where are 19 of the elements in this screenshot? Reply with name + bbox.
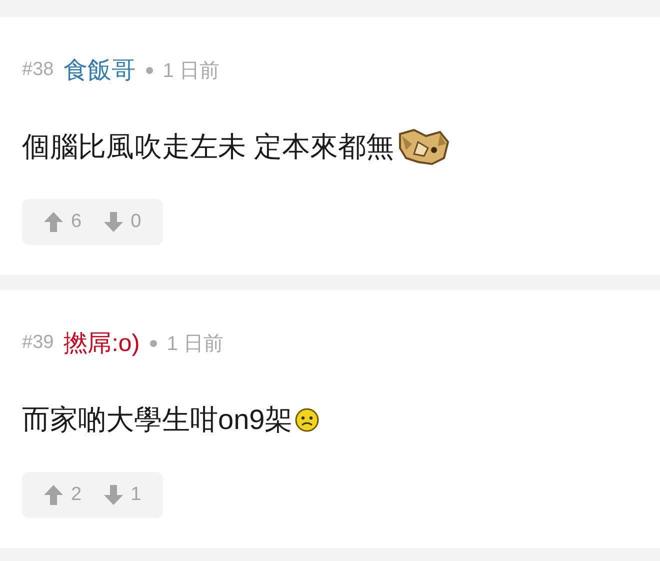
post-time: 1 日前 (162, 58, 220, 84)
comment-text: 而家啲大學生咁on9架 (22, 403, 293, 437)
downvote-button[interactable]: 0 (96, 199, 150, 245)
upvote-button[interactable]: 6 (36, 199, 90, 245)
down-arrow-icon (104, 212, 123, 232)
upvote-button[interactable]: 2 (36, 472, 90, 518)
author-name[interactable]: 食飯哥 (64, 54, 136, 86)
sad-face-icon (294, 408, 319, 432)
down-arrow-icon (104, 485, 123, 505)
post-number: #38 (22, 59, 54, 81)
post-time: 1 日前 (166, 332, 224, 356)
comment-text: 個腦比風吹走左未 定本來都無 (22, 130, 394, 164)
post-number: #39 (22, 332, 54, 354)
up-arrow-icon (44, 212, 63, 232)
author-name[interactable]: 撚屌:o) (64, 327, 140, 359)
separator-dot-icon (146, 66, 153, 74)
separator-dot-icon (150, 340, 157, 346)
downvote-button[interactable]: 1 (96, 472, 150, 518)
up-arrow-icon (44, 485, 63, 505)
